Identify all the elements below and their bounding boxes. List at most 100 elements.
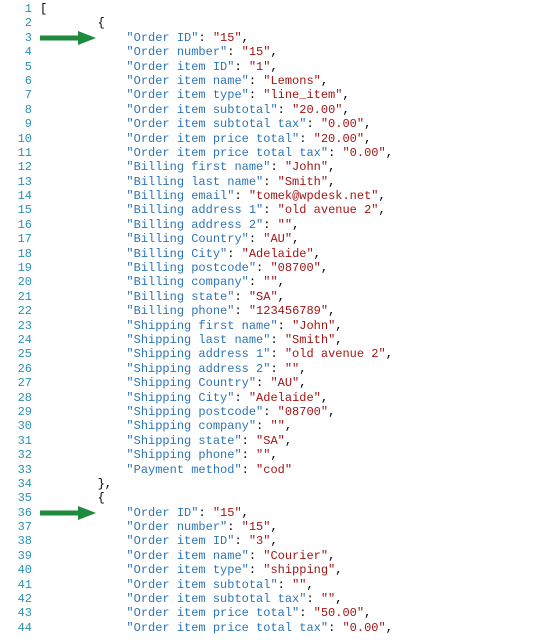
line-number: 13 [0,175,40,189]
json-key: "Shipping company" [126,419,256,433]
json-colon: : [249,88,263,102]
json-string: "15" [242,45,271,59]
code-line: 23 "Shipping first name": "John", [0,319,540,333]
json-string: "" [263,275,277,289]
code-line: 18 "Billing City": "Adelaide", [0,247,540,261]
line-content: "Shipping postcode": "08700", [40,405,540,419]
json-string: "15" [242,520,271,534]
code-line: 2 { [0,16,540,30]
json-comma: , [364,132,371,146]
json-comma: , [321,391,328,405]
code-line: 12 "Billing first name": "John", [0,160,540,174]
code-line: 27 "Shipping Country": "AU", [0,376,540,390]
line-number: 14 [0,189,40,203]
json-string: "" [292,578,306,592]
json-key: "Shipping Country" [126,376,256,390]
json-key: "Shipping postcode" [126,405,263,419]
line-content: { [40,491,540,505]
code-line: 25 "Shipping address 1": "old avenue 2", [0,347,540,361]
json-key: "Order item type" [126,563,248,577]
json-colon: : [299,132,313,146]
json-colon: : [249,74,263,88]
code-editor: 1[2 {3 "Order ID": "15",4 "Order number"… [0,0,540,640]
line-number: 15 [0,203,40,217]
code-line: 1[ [0,2,540,16]
json-string: "1" [249,60,271,74]
line-content: }, [40,477,540,491]
json-colon: : [198,31,212,45]
json-string: "Smith" [278,175,328,189]
line-number: 38 [0,534,40,548]
code-line: 42 "Order item subtotal tax": "", [0,592,540,606]
json-key: "Order item ID" [126,60,234,74]
json-comma: , [335,333,342,347]
line-content: [ [40,2,540,16]
line-content: "Billing City": "Adelaide", [40,247,540,261]
json-comma: , [335,592,342,606]
json-comma: , [270,45,277,59]
line-content: "Order item subtotal tax": "0.00", [40,117,540,131]
json-key: "Billing address 2" [126,218,263,232]
json-string: "old avenue 2" [278,203,379,217]
line-number: 37 [0,520,40,534]
line-content: "Order ID": "15", [40,31,540,45]
line-number: 23 [0,319,40,333]
line-content: "Shipping phone": "", [40,448,540,462]
code-lines: 1[2 {3 "Order ID": "15",4 "Order number"… [0,2,540,635]
json-comma: , [328,160,335,174]
json-string: "AU" [263,232,292,246]
code-line: 34 }, [0,477,540,491]
json-comma: , [278,275,285,289]
line-content: "Billing company": "", [40,275,540,289]
json-comma: , [321,74,328,88]
json-key: "Shipping first name" [126,319,277,333]
json-colon: : [249,232,263,246]
json-colon: : [234,304,248,318]
line-number: 2 [0,16,40,30]
json-comma: , [342,88,349,102]
line-content: "Shipping address 1": "old avenue 2", [40,347,540,361]
line-number: 43 [0,606,40,620]
code-line: 22 "Billing phone": "123456789", [0,304,540,318]
json-key: "Order ID" [126,506,198,520]
line-number: 33 [0,463,40,477]
json-string: "50.00" [314,606,364,620]
line-content: "Shipping company": "", [40,419,540,433]
code-line: 39 "Order item name": "Courier", [0,549,540,563]
json-string: "Smith" [285,333,335,347]
json-punctuation: { [98,16,105,30]
json-key: "Order item price total" [126,606,299,620]
json-string: "3" [249,534,271,548]
json-comma: , [299,376,306,390]
json-string: "Adelaide" [242,247,314,261]
json-comma: , [270,520,277,534]
json-string: "20.00" [292,103,342,117]
json-colon: : [242,434,256,448]
json-string: "0.00" [342,146,385,160]
code-line: 10 "Order item price total": "20.00", [0,132,540,146]
json-string: "0.00" [342,621,385,635]
json-key: "Order item subtotal tax" [126,592,306,606]
json-key: "Billing City" [126,247,227,261]
line-content: "Billing first name": "John", [40,160,540,174]
code-line: 41 "Order item subtotal": "", [0,578,540,592]
json-colon: : [278,103,292,117]
json-string: "123456789" [249,304,328,318]
line-number: 25 [0,347,40,361]
json-key: "Order item subtotal tax" [126,117,306,131]
json-key: "Billing phone" [126,304,234,318]
json-string: "Adelaide" [249,391,321,405]
json-colon: : [242,463,256,477]
line-content: "Shipping City": "Adelaide", [40,391,540,405]
json-key: "Billing address 1" [126,203,263,217]
json-colon: : [263,218,277,232]
json-comma: , [270,534,277,548]
json-colon: : [256,261,270,275]
json-colon: : [198,506,212,520]
json-punctuation: [ [40,2,47,16]
line-content: "Shipping last name": "Smith", [40,333,540,347]
line-number: 41 [0,578,40,592]
json-string: "" [321,592,335,606]
json-key: "Order item price total tax" [126,146,328,160]
json-comma: , [335,319,342,333]
